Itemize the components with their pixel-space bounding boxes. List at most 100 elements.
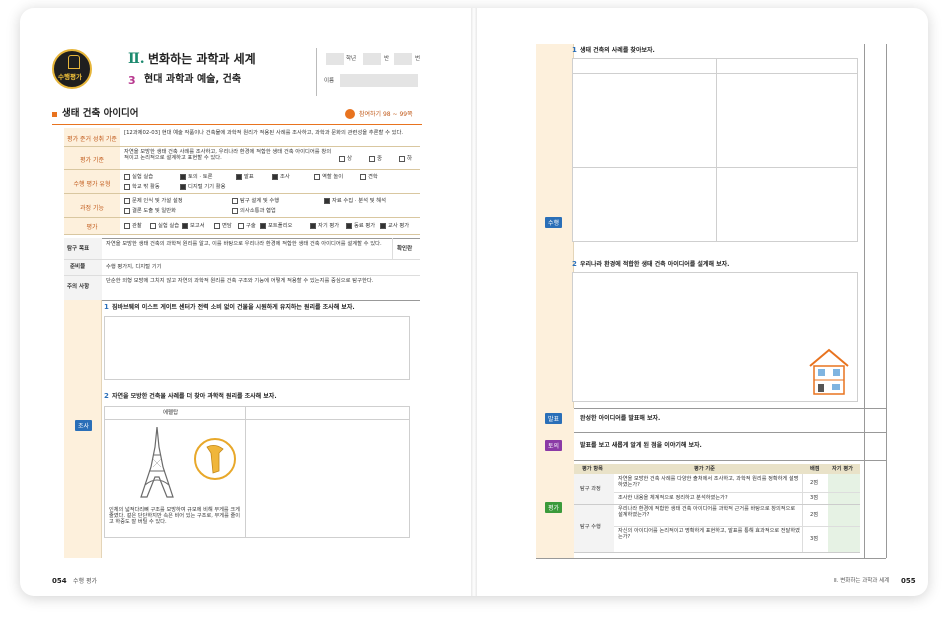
skill-checkbox-3[interactable]: 자료 수집 · 분석 및 해석 [324, 196, 386, 204]
eval-checkbox-9[interactable]: 교사 평가 [380, 221, 409, 229]
type-checks: 실험 실습 토의 · 토론 발표 조사 역할 놀이 견학학교 밖 활동 디지털 기기 활용 [124, 172, 416, 192]
level-mid[interactable]: 중 [369, 154, 382, 162]
skill-box-4[interactable] [124, 207, 130, 214]
type-box-3[interactable] [236, 173, 242, 180]
type-box-8[interactable] [180, 183, 186, 190]
type-box-2[interactable] [180, 173, 186, 180]
eval-head-crit: 평가 기준 [694, 466, 715, 472]
skill-checkbox-4[interactable]: 결론 도출 및 일반화 [124, 206, 176, 214]
q1-answer-box[interactable] [104, 316, 410, 380]
type-checkbox-8[interactable]: 디지털 기기 활용 [180, 182, 225, 190]
name-label: 이름 [324, 78, 335, 84]
r-q1-number: 1 [572, 46, 577, 54]
skill-box-2[interactable] [232, 197, 238, 204]
number-field[interactable] [394, 53, 412, 65]
type-box-5[interactable] [314, 173, 320, 180]
eval-checkbox-7[interactable]: 자기 평가 [310, 221, 339, 229]
type-box-4[interactable] [272, 173, 278, 180]
type-label-4: 조사 [280, 174, 290, 180]
q2-caption: 인체의 넓적다리뼈 구조를 모방하여 규모에 비해 무게를 크게 줄였다. 겉은… [109, 507, 241, 526]
perform-tag: 수행 [545, 217, 563, 228]
skill-box-5[interactable] [232, 207, 238, 214]
eval-head-self: 자기 평가 [832, 466, 853, 472]
type-label-1: 실험 실습 [132, 174, 154, 180]
footer-label-right: Ⅱ. 변화하는 과학과 세계 [834, 578, 890, 584]
unit-numeral: Ⅱ. [128, 51, 145, 67]
eval-label-3: 보고서 [190, 223, 205, 229]
skill-checks: 문제 인식 및 가설 설정 탐구 설계 및 수행 자료 수집 · 분석 및 해석결론… [124, 196, 416, 216]
eval-box-8[interactable] [346, 222, 352, 229]
type-box-7[interactable] [124, 183, 130, 190]
eval-box-1[interactable] [124, 222, 130, 229]
type-checkbox-5[interactable]: 역할 놀이 [314, 172, 343, 180]
name-field[interactable] [340, 74, 418, 87]
crit-text: 자연을 모방한 생태 건축 사례를 조사하고, 우리나라 환경에 적합한 생태 … [124, 149, 332, 162]
type-checkbox-6[interactable]: 견학 [360, 172, 378, 180]
eval-checkbox-6[interactable]: 포트폴리오 [260, 221, 292, 229]
section-rule [52, 124, 422, 125]
eval-checkbox-3[interactable]: 보고서 [182, 221, 205, 229]
r-q2-text: 우리나라 환경에 적합한 생태 건축 아이디어를 설계해 보자. [580, 261, 730, 268]
prep-label: 준비물 [70, 264, 86, 270]
type-box-1[interactable] [124, 173, 130, 180]
eval-box-3[interactable] [182, 222, 188, 229]
section-bullet [52, 112, 57, 117]
skill-label: 과정 기능 [80, 205, 104, 212]
grade-label: 학년 [346, 56, 357, 62]
sub-number: 3 [128, 74, 136, 87]
unit-title: 변화하는 과학과 세계 [148, 52, 256, 66]
skill-checkbox-5[interactable]: 의사소통과 협업 [232, 206, 276, 214]
q2-text: 자연을 모방한 건축물 사례를 더 찾아 과학적 원리를 조사해 보자. [112, 393, 277, 400]
eval-checkbox-2[interactable]: 실험 실습 [150, 221, 179, 229]
logo-text: 수행평가 [58, 73, 82, 81]
eval-box-2[interactable] [150, 222, 156, 229]
eval-box-5[interactable] [238, 222, 244, 229]
goal-text: 자연을 모방한 생태 건축의 과학적 원리를 알고, 이를 바탕으로 우리나라 … [106, 241, 382, 247]
grade-field[interactable] [326, 53, 344, 65]
eval-box-6[interactable] [260, 222, 266, 229]
class-field[interactable] [363, 53, 381, 65]
femur-bone-image [194, 438, 236, 480]
eval-score-2: 3점 [810, 495, 819, 501]
type-checkbox-4[interactable]: 조사 [272, 172, 290, 180]
skill-box-3[interactable] [324, 197, 330, 204]
eval-checkbox-1[interactable]: 관찰 [124, 221, 142, 229]
level-high[interactable]: 상 [339, 154, 352, 162]
eval-crit-3: 우리나라 환경에 적합한 생태 건축 아이디어를 과학적 근거를 바탕으로 창의… [618, 506, 796, 519]
eval-checkbox-8[interactable]: 동료 평가 [346, 221, 375, 229]
header-divider [316, 48, 317, 96]
skill-label-1: 문제 인식 및 가설 설정 [132, 198, 183, 204]
goal-table: 탐구 목표 자연을 모방한 생태 건축의 과학적 원리를 알고, 이를 바탕으로… [64, 238, 420, 301]
ref-text: 참여하기 98 ~ 99쪽 [359, 111, 413, 118]
skill-checkbox-2[interactable]: 탐구 설계 및 수행 [232, 196, 279, 204]
eval-label: 평가 [86, 224, 98, 231]
eval-box-9[interactable] [380, 222, 386, 229]
eval-checkbox-4[interactable]: 면담 [214, 221, 232, 229]
eval-checkbox-5[interactable]: 구술 [238, 221, 256, 229]
type-checkbox-2[interactable]: 토의 · 토론 [180, 172, 213, 180]
r-q1-grid[interactable] [572, 58, 858, 242]
eval-score-3: 2점 [810, 512, 819, 518]
note-text: 단순한 외형 모방에 그치지 않고 자연의 과학적 원리를 건축 구조와 기능에… [106, 278, 374, 284]
type-box-6[interactable] [360, 173, 366, 180]
eval-box-7[interactable] [310, 222, 316, 229]
eval-table: 평가 항목 평가 기준 배점 자기 평가 탐구 과정 자연을 모방한 건축 사례… [574, 464, 860, 553]
sub-title: 현대 과학과 예술, 건축 [144, 74, 242, 85]
type-checkbox-7[interactable]: 학교 밖 활동 [124, 182, 160, 190]
q1-text: 짐바브웨의 이스트 게이트 센터가 전력 소비 없이 건물을 시원하게 유지하는… [112, 304, 355, 311]
skill-box-1[interactable] [124, 197, 130, 204]
type-checkbox-3[interactable]: 발표 [236, 172, 254, 180]
q2-table: 에펠탑 인체의 넓적다리뼈 구조를 모방하여 규모에 비해 무게를 크게 줄였다… [104, 406, 410, 538]
level-low[interactable]: 하 [399, 154, 412, 162]
type-label-3: 발표 [244, 174, 254, 180]
skill-checkbox-1[interactable]: 문제 인식 및 가설 설정 [124, 196, 183, 204]
eval-box-4[interactable] [214, 222, 220, 229]
eiffel-tower-image [140, 427, 174, 498]
right-margin-rule-2 [864, 44, 865, 558]
q2-number: 2 [104, 392, 109, 400]
crit-label: 평가 기준 [80, 157, 104, 164]
type-checkbox-1[interactable]: 실험 실습 [124, 172, 153, 180]
section-title: 생태 건축 아이디어 [62, 108, 139, 119]
criteria-table: 평가 준거 성취 기준 [12과제02-03] 현대 예술 작품이나 건축물에 … [64, 128, 420, 235]
eval-label-2: 실험 실습 [158, 223, 180, 229]
